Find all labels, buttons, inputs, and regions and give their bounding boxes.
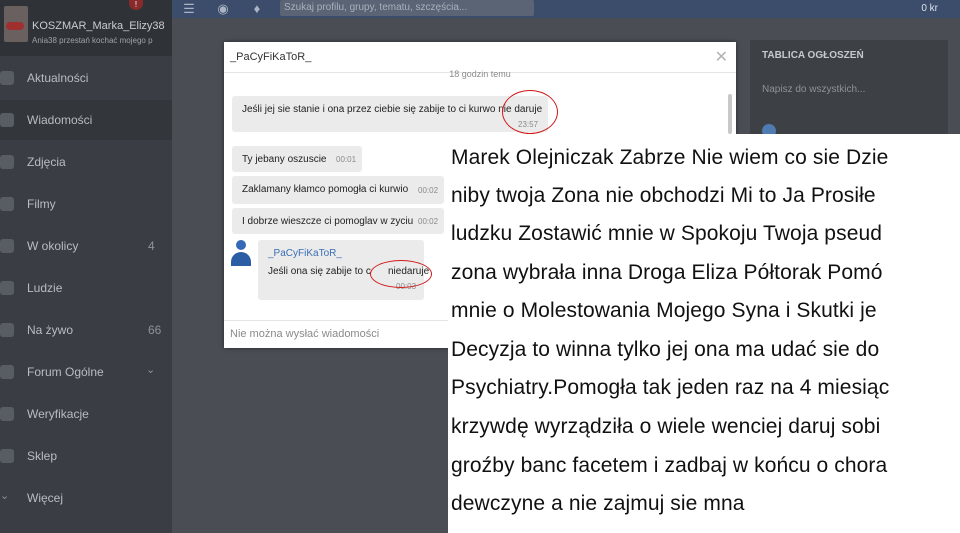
sidebar-item-sklep[interactable]: Sklep [0,436,172,476]
sidebar-item-label: Weryfikacje [27,407,89,421]
overlay-text-line: niby twoja Zona nie obchodzi Mi to Ja Pr… [451,184,876,207]
overlay-text-line: zona wybrała inna Droga Eliza Półtorak P… [451,261,883,284]
newspaper-icon [0,71,14,85]
overlay-text-line: ludzku Zostawić mnie w Spokoju Twoja pse… [451,222,883,245]
sidebar-item-label: Zdjęcia [27,155,66,169]
sidebar-item-label: W okolicy [27,239,79,253]
chevron-down-icon: ⌄ [0,490,10,502]
sidebar-item-label: Na żywo [27,323,74,337]
sidebar-item-label: Aktualności [27,71,89,85]
close-icon[interactable]: ✕ [715,47,728,67]
message-time: 00:02 [418,217,439,226]
message-text: Jeśli ona się zabije to c [268,266,371,277]
menu-icon[interactable]: ☰ [182,2,196,16]
sidebar-item-wiadomosci[interactable]: Wiadomości [0,100,172,140]
scrollbar[interactable] [728,94,732,134]
sidebar: ! KOSZMAR_Marka_Elizy38 Ania38 przestań … [0,0,172,533]
notice-board-input[interactable]: Napisz do wszystkich... [762,84,865,95]
video-camera-icon [0,323,14,337]
sidebar-item-zdjecia[interactable]: Zdjęcia [0,142,172,182]
sidebar-item-label: Filmy [27,197,56,211]
location-pin-icon [0,239,14,253]
chat-title[interactable]: _PaCyFiKaToR_ [230,51,311,63]
message-bubble: Jeśli jej sie stanie i ona przez ciebie … [232,96,548,132]
overlay-text-line: mnie o Molestowania Mojego Syna i Skutki… [451,299,877,322]
chevron-down-icon[interactable]: ⌄ [146,363,155,376]
message-bubble: I dobrze wieszcze ci pomoglav w zyciu 00… [232,208,444,234]
message-bubble: Zaklamany kłamco pomogła ci kurwio 00:02 [232,176,444,204]
sidebar-item-wiecej[interactable]: ⌄ Więcej [0,478,172,518]
sidebar-item-aktualnosci[interactable]: Aktualności [0,58,172,98]
forum-icon [0,365,14,379]
user-avatar-icon[interactable] [230,240,252,266]
message-time: 00:01 [336,155,357,164]
annotation-circle [502,90,558,134]
overlay-text-line: dewczyne a nie zajmuj sie mna [451,492,745,515]
overlay-text-panel: Marek Olejniczak Zabrze Nie wiem co sie … [448,134,960,533]
overlay-text-line: krzywdę wyrządziła o wiele wenciej daruj… [451,415,881,438]
message-text: I dobrze wieszcze ci pomoglav w zyciu [242,216,414,227]
verified-icon [0,407,14,421]
sidebar-item-na-zywo[interactable]: Na żywo 66 [0,310,172,350]
search-input[interactable]: Szukaj profilu, grupy, tematu, szczęścia… [280,0,534,16]
message-text: Jeśli jej sie stanie i ona przez ciebie … [242,104,543,115]
message-bubble: Ty jebany oszuscie 00:01 [232,146,362,172]
notification-badge[interactable]: ! [129,0,143,10]
film-icon [0,197,14,211]
avatar[interactable] [4,6,28,42]
overlay-text-line: groźby banc facetem i zadbaj w końcu o c… [451,454,888,477]
cart-icon [0,449,14,463]
overlay-text-line: Decyzja to winna tylko jej ona ma udać s… [451,338,880,361]
chat-disabled-notice: Nie można wysłać wiadomości [230,328,380,340]
sidebar-item-count: 4 [148,239,155,253]
sidebar-item-ludzie[interactable]: Ludzie [0,268,172,308]
message-sender[interactable]: _PaCyFiKaToR_ [268,248,342,259]
sidebar-item-label: Sklep [27,449,58,463]
top-bar: ☰ ◉ ♦ Szukaj profilu, grupy, tematu, szc… [172,0,960,18]
sidebar-item-label: Forum Ogólne [27,365,104,379]
wallet-balance[interactable]: 0 kr [921,3,938,14]
profile-status: Ania38 przestań kochać mojego p [32,36,153,45]
sidebar-item-label: Wiadomości [27,113,93,127]
people-icon [0,281,14,295]
chat-timestamp: 18 godzin temu [449,69,511,79]
notice-board: TABLICA OGŁOSZEŃ Napisz do wszystkich... [750,40,948,140]
sidebar-item-w-okolicy[interactable]: W okolicy 4 [0,226,172,266]
notice-board-title: TABLICA OGŁOSZEŃ [762,50,864,61]
overlay-text-line: Marek Olejniczak Zabrze Nie wiem co sie … [451,146,889,169]
overlay-text-line: Psychiatry.Pomogła tak jeden raz na 4 mi… [451,376,890,399]
sidebar-item-label: Więcej [27,491,64,505]
message-text: Ty jebany oszuscie [242,154,327,165]
photo-icon [0,155,14,169]
sidebar-item-filmy[interactable]: Filmy [0,184,172,224]
profile-name[interactable]: KOSZMAR_Marka_Elizy38 [32,20,165,32]
message-time: 00:02 [418,186,439,195]
message-text: Zaklamany kłamco pomogła ci kurwio [242,184,409,195]
profile-card[interactable]: ! KOSZMAR_Marka_Elizy38 Ania38 przestań … [0,0,172,56]
bell-icon[interactable]: ♦ [250,2,264,16]
sidebar-item-count: 66 [148,323,162,337]
sidebar-item-weryfikacje[interactable]: Weryfikacje [0,394,172,434]
chat-icon[interactable]: ◉ [216,2,230,16]
message-icon [0,113,14,127]
sidebar-item-label: Ludzie [27,281,63,295]
annotation-circle [370,260,432,288]
sidebar-item-forum-ogolne[interactable]: Forum Ogólne ⌄ [0,352,172,392]
